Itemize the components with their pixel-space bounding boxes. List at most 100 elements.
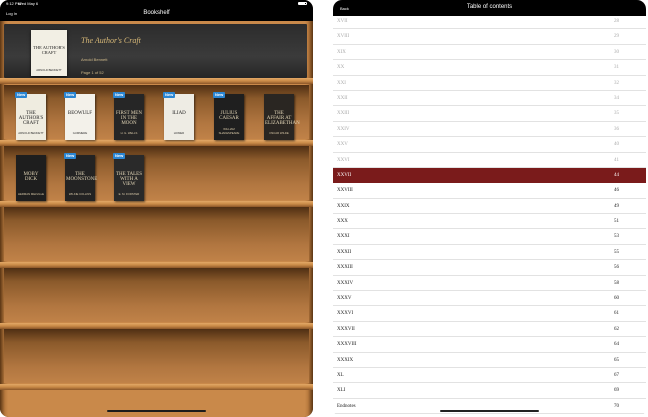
- toc-row[interactable]: XVII 28: [333, 14, 646, 30]
- toc-chapter-label: XIX: [337, 49, 346, 55]
- toc-chapter-label: XXV: [337, 142, 348, 148]
- book-beowulf[interactable]: BEOWULF GUMMERE New: [64, 92, 95, 140]
- toc-row[interactable]: XXXVIII 64: [333, 337, 646, 353]
- new-badge: New: [64, 92, 77, 98]
- book-moby-dick[interactable]: MOBY DICK HERMAN MELVILLE: [16, 155, 46, 201]
- toc-chapter-label: XXVII: [337, 172, 352, 178]
- toc-chapter-label: XXXIII: [337, 265, 353, 271]
- toc-page-number: 69: [614, 388, 619, 394]
- book-room-with-a-view[interactable]: THE TALES WITH A VIEW E. M. FORSTER New: [113, 153, 144, 201]
- toc-chapter-label: XVII: [337, 19, 348, 24]
- toc-page-number: 46: [614, 188, 619, 194]
- toc-chapter-label: XXIX: [337, 203, 350, 209]
- featured-book-title: The Author's Craft: [81, 36, 141, 45]
- toc-chapter-label: XXVIII: [337, 188, 353, 194]
- bookshelf-screen: 9:12 PM Wed May 6 Log In Bookshelf THE A…: [0, 0, 313, 417]
- toc-row[interactable]: XXXIX 65: [333, 353, 646, 368]
- new-badge: New: [163, 92, 176, 98]
- toc-chapter-label: Endnotes: [337, 403, 356, 409]
- home-indicator[interactable]: [440, 410, 539, 412]
- toc-page-number: 32: [614, 80, 619, 86]
- book-title: THE AFFAIR AT ELIZABETHAN: [265, 111, 300, 126]
- toc-chapter-label: XXX: [337, 219, 348, 225]
- book-title: MOBY DICK: [23, 172, 39, 182]
- toc-row[interactable]: XXV 40: [333, 137, 646, 153]
- toc-chapter-label: XVIII: [337, 34, 350, 40]
- toc-row[interactable]: XXXV 60: [333, 291, 646, 307]
- toc-page-number: 34: [614, 95, 619, 101]
- toc-row[interactable]: XXX 51: [333, 214, 646, 230]
- bookshelf-navbar: Log In Bookshelf: [0, 7, 313, 21]
- book-author: HOMER: [173, 131, 185, 135]
- book-moonstone[interactable]: THE MOONSTONE WILKIE COLLINS New: [64, 153, 97, 201]
- toc-page-number: 55: [614, 249, 619, 255]
- toc-row[interactable]: XX 31: [333, 60, 646, 76]
- toc-chapter-label: XXXVI: [337, 311, 354, 317]
- toc-row[interactable]: XXXIV 58: [333, 276, 646, 292]
- toc-page-number: 35: [614, 111, 619, 117]
- toc-chapter-label: XXXIV: [337, 280, 354, 286]
- shelf-row: [4, 329, 309, 383]
- featured-book-cover[interactable]: THE AUTHOR'S CRAFT ARNOLD BENNETT: [31, 30, 67, 76]
- book-title: BEOWULF: [67, 111, 93, 116]
- toc-row[interactable]: XXXIII 56: [333, 260, 646, 276]
- toc-page-number: 64: [614, 342, 619, 348]
- featured-book-banner[interactable]: THE AUTHOR'S CRAFT ARNOLD BENNETT The Au…: [4, 24, 307, 78]
- toc-page-number: 29: [614, 34, 619, 40]
- toc-page-number: 31: [614, 65, 619, 71]
- featured-book-author: Arnold Bennett: [81, 57, 108, 62]
- book-julius-caesar[interactable]: JULIUS CAESAR WILLIAM SHAKESPEARE New: [213, 92, 244, 140]
- book-title: THE TALES WITH A VIEW: [115, 172, 143, 187]
- featured-cover-author: ARNOLD BENNETT: [36, 68, 62, 72]
- toc-row[interactable]: XXXI 53: [333, 229, 646, 245]
- toc-page-number: 53: [614, 234, 619, 240]
- book-oscar-wilde[interactable]: THE AFFAIR AT ELIZABETHAN OSCAR WILDE: [264, 94, 300, 140]
- home-indicator[interactable]: [107, 410, 206, 412]
- toc-page-number: 65: [614, 357, 619, 363]
- book-title: THE AUTHOR'S CRAFT: [18, 111, 44, 126]
- book-author: E. M. FORSTER: [118, 192, 140, 196]
- toc-page-number: 58: [614, 280, 619, 286]
- book-iliad[interactable]: ILIAD HOMER New: [163, 92, 194, 140]
- toc-chapter-label: XL: [337, 372, 344, 378]
- toc-chapter-label: XXXI: [337, 234, 350, 240]
- book-authors-craft[interactable]: THE AUTHOR'S CRAFT ARNOLD BENNETT New: [15, 92, 46, 140]
- toc-row[interactable]: XIX 30: [333, 45, 646, 61]
- book-author: WILKIE COLLINS: [68, 192, 92, 196]
- toc-chapter-label: XXIII: [337, 111, 350, 117]
- toc-row[interactable]: XLI 69: [333, 383, 646, 399]
- toc-row[interactable]: XXIV 36: [333, 122, 646, 138]
- new-badge: New: [113, 92, 126, 98]
- book-first-men-in-the-moon[interactable]: FIRST MEN IN THE MOON H. G. WELLS New: [113, 92, 144, 140]
- toc-row[interactable]: XL 67: [333, 368, 646, 384]
- toc-page-number: 51: [614, 219, 619, 225]
- toc-row[interactable]: XXXVI 61: [333, 306, 646, 322]
- toc-chapter-label: XXIV: [337, 126, 350, 132]
- toc-row[interactable]: XXVIII 46: [333, 183, 646, 199]
- toc-row[interactable]: XXII 34: [333, 91, 646, 107]
- book-author: GUMMERE: [72, 131, 88, 135]
- shelf-row: [4, 146, 309, 200]
- toc-row[interactable]: XXIII 35: [333, 106, 646, 122]
- toc-row[interactable]: XXVII 44: [333, 167, 646, 184]
- book-author: H. G. WELLS: [120, 131, 138, 135]
- shelf-row: [4, 268, 309, 322]
- toc-chapter-label: XXXVIII: [337, 342, 357, 348]
- book-author: ARNOLD BENNETT: [18, 131, 44, 135]
- toc-chapter-label: XXVI: [337, 157, 350, 163]
- book-title: JULIUS CAESAR: [219, 111, 239, 121]
- toc-row[interactable]: XXXVII 62: [333, 322, 646, 338]
- toc-row[interactable]: XXXII 55: [333, 245, 646, 261]
- toc-row[interactable]: XXVI 41: [333, 153, 646, 168]
- toc-chapter-label: XX: [337, 65, 345, 71]
- toc-list: XVII 28 XVIII 29 XIX 30 XX 31 XXI 32 XXII 34 XXIII 35…: [333, 14, 646, 415]
- toc-row[interactable]: XXIX 49: [333, 199, 646, 215]
- book-author: WILLIAM SHAKESPEARE: [218, 127, 240, 135]
- toc-chapter-label: XXXII: [337, 249, 352, 255]
- shelf-plank: [0, 384, 313, 390]
- toc-screen: Back Table of contents XVII 28 XVIII 29 XIX 3…: [333, 0, 646, 417]
- shelf-row: [4, 207, 309, 261]
- toc-row[interactable]: XXI 32: [333, 76, 646, 91]
- page-title: Bookshelf: [143, 10, 170, 16]
- toc-row[interactable]: XVIII 29: [333, 29, 646, 45]
